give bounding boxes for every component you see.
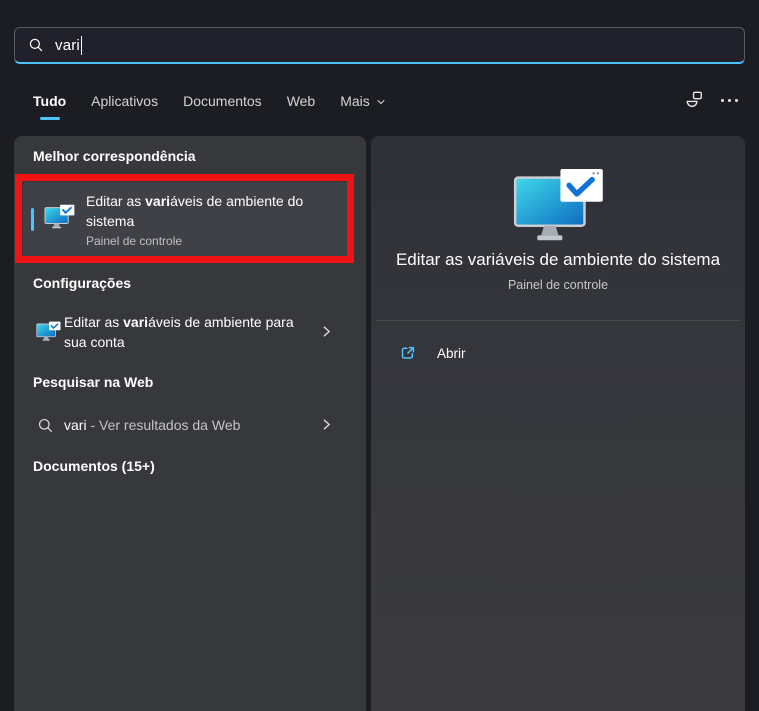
open-action-label: Abrir [437, 345, 466, 361]
section-header-settings: Configurações [33, 275, 132, 291]
environment-variables-app-icon [513, 168, 603, 241]
search-value: vari [55, 36, 80, 54]
preview-subtitle: Painel de controle [507, 278, 609, 292]
best-match-title: Editar as variáveis de ambiente do siste… [86, 193, 304, 229]
tab-label: Tudo [33, 93, 67, 109]
divider [376, 320, 740, 321]
best-match-text: Editar as variáveis de ambiente do siste… [86, 191, 338, 248]
chevron-right-icon[interactable] [320, 418, 333, 431]
tab-documentos[interactable]: Documentos [183, 93, 262, 122]
tab-label: Web [286, 93, 316, 109]
query-highlight: vari [145, 193, 171, 209]
section-header-documents: Documentos (15+) [33, 458, 155, 474]
tab-web[interactable]: Web [287, 93, 316, 122]
search-input[interactable]: vari [14, 27, 745, 64]
best-match-subtitle: Painel de controle [86, 234, 183, 248]
preview-title: Editar as variáveis de ambiente do siste… [395, 250, 721, 269]
tab-label: Aplicativos [91, 93, 159, 109]
query-highlight: vari [123, 314, 149, 330]
windows-search-flyout: vari Tudo Aplicativos Documentos Web Mai… [0, 0, 759, 711]
web-search-result-title: vari - Ver resultados da Web [64, 417, 241, 433]
tab-label: Documentos [183, 93, 262, 109]
active-tab-indicator [39, 117, 60, 120]
selection-indicator [31, 208, 34, 231]
tab-mais[interactable]: Mais [340, 93, 386, 122]
section-header-web: Pesquisar na Web [33, 374, 154, 390]
open-external-icon [401, 346, 415, 359]
search-header-actions [684, 90, 738, 110]
tab-label: Mais [340, 93, 370, 109]
settings-result-title: Editar as variáveis de ambiente para sua… [64, 314, 294, 350]
tab-aplicativos[interactable]: Aplicativos [91, 93, 158, 122]
more-options-icon[interactable] [721, 95, 738, 106]
search-icon [38, 418, 53, 433]
section-header-best-match: Melhor correspondência [33, 148, 196, 164]
best-match-item[interactable]: Editar as variáveis de ambiente do siste… [23, 182, 348, 257]
search-icon [29, 38, 43, 52]
environment-variables-app-icon [36, 321, 61, 341]
tab-tudo[interactable]: Tudo [33, 93, 66, 122]
environment-variables-app-icon [44, 204, 75, 229]
account-icon[interactable] [684, 90, 704, 110]
chevron-down-icon [377, 99, 385, 105]
results-panel: Melhor correspondência Editar as variáve… [14, 136, 366, 711]
text-caret [80, 35, 82, 55]
preview-panel: Editar as variáveis de ambiente do siste… [371, 136, 745, 711]
open-action[interactable]: Abrir [379, 336, 737, 370]
filter-tabs: Tudo Aplicativos Documentos Web Mais [33, 93, 386, 122]
chevron-right-icon[interactable] [320, 325, 333, 338]
